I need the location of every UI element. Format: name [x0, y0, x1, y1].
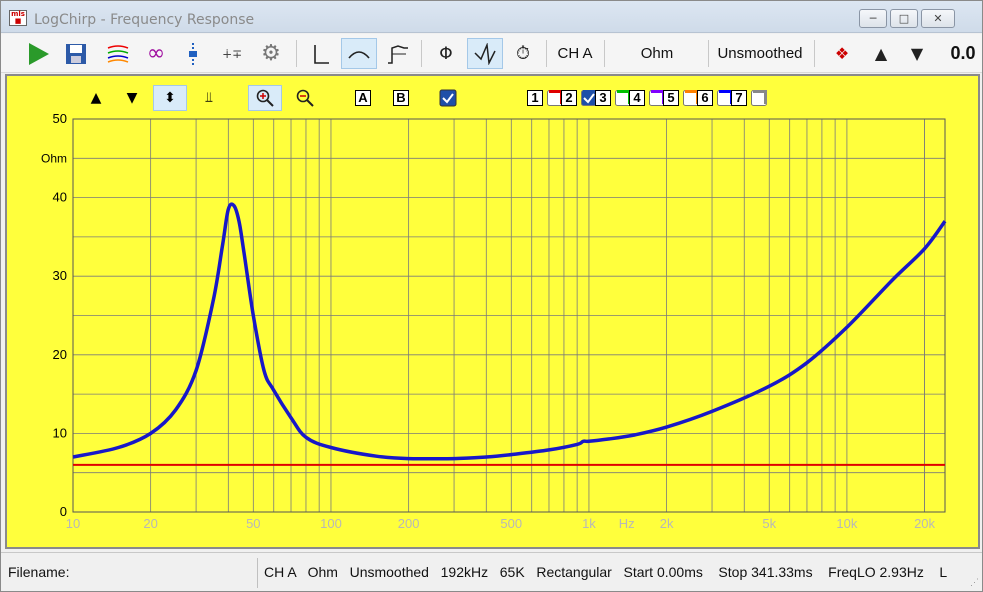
toolbar: ∞ ∔∓ ⚙ Φ ⏱ CH A Ohm Unsmoothed ❖ ▲ ▼ 0.0 [1, 34, 982, 73]
overlay-b-label: B [393, 90, 409, 106]
overlay-slot-label: 7 [730, 85, 748, 111]
title-bar[interactable]: mls ■ LogChirp - Frequency Response ─ □ ✕ [1, 1, 982, 33]
step-response-icon[interactable] [381, 38, 415, 69]
resize-grip-icon[interactable]: ⋰ [970, 577, 979, 588]
multi-curve-icon[interactable] [105, 38, 131, 69]
overlay-a-button[interactable]: A [352, 85, 374, 111]
overlay-slot-label: 6 [696, 85, 714, 111]
impulse-icon[interactable] [305, 38, 337, 69]
compress-vertical-icon[interactable]: ⫫ [197, 85, 221, 111]
scroll-down-icon[interactable]: ▼ [121, 85, 143, 111]
status-info: CH A Ohm Unsmoothed 192kHz 65K Rectangul… [264, 564, 948, 580]
y-tick-label: 50 [53, 111, 67, 126]
marker-icon[interactable] [181, 38, 205, 69]
status-bar: Filename: CH A Ohm Unsmoothed 192kHz 65K… [1, 552, 982, 591]
x-tick-label: 100 [320, 516, 342, 531]
x-tick-label: 1k [582, 516, 596, 531]
scroll-up-icon[interactable]: ▲ [85, 85, 107, 111]
app-icon: mls ■ [9, 10, 27, 26]
x-tick-label: 50 [246, 516, 260, 531]
overlay-slot-checkbox[interactable] [750, 85, 768, 111]
overlay-slot-number: 2 [561, 90, 577, 106]
clock-icon[interactable]: ⏱ [507, 38, 539, 69]
up-arrow-icon[interactable]: ▲ [867, 38, 895, 69]
x-tick-label: 500 [500, 516, 522, 531]
overlay-slot-number: 7 [731, 90, 747, 106]
frequency-icon[interactable] [341, 38, 377, 69]
x-tick-label: 20k [914, 516, 935, 531]
filename-label: Filename: [8, 564, 70, 580]
zoom-in-icon[interactable] [248, 85, 282, 111]
overlay-slot-number: 6 [697, 90, 713, 106]
settings-icon[interactable]: ⚙ [255, 38, 287, 69]
x-tick-label: 20 [143, 516, 157, 531]
overlay-slot-label: 5 [662, 85, 680, 111]
overlay-slot-label: 3 [594, 85, 612, 111]
value-readout: 0.0 [950, 43, 976, 63]
channel-selector[interactable]: CH A [553, 38, 597, 69]
y-tick-label: 40 [53, 190, 67, 205]
overlay-a-label: A [355, 90, 371, 106]
overlay-slot-label: 2 [560, 85, 578, 111]
expand-vertical-icon[interactable]: ⬍ [153, 85, 187, 111]
smoothing-selector[interactable]: Unsmoothed [712, 38, 808, 69]
x-tick-label: 10 [66, 516, 80, 531]
impedance-curve [72, 202, 947, 461]
x-tick-label: 2k [660, 516, 674, 531]
loop-icon[interactable]: ∞ [141, 38, 171, 69]
overlay-slot-number: 1 [527, 90, 543, 106]
step-icon[interactable]: ∔∓ [217, 38, 247, 69]
maximize-button[interactable]: □ [890, 9, 918, 28]
magnitude-icon[interactable] [467, 38, 503, 69]
unit-selector[interactable]: Ohm [613, 38, 701, 69]
overlay-slot-label: 4 [628, 85, 646, 111]
minimize-button[interactable]: ─ [859, 9, 887, 28]
phase-icon[interactable]: Φ [429, 38, 463, 69]
frequency-response-chart[interactable]: 01020304050Ohm10 20 50 100 200 500 1k 2k 5k 10k 20… [7, 76, 978, 547]
down-arrow-icon[interactable]: ▼ [903, 38, 931, 69]
close-button[interactable]: ✕ [921, 9, 955, 28]
x-axis-unit-label: Hz [619, 516, 635, 531]
overlay-slot-number: 3 [595, 90, 611, 106]
y-tick-label: 30 [53, 268, 67, 283]
app-window: mls ■ LogChirp - Frequency Response ─ □ ✕… [0, 0, 983, 592]
run-icon[interactable] [23, 38, 53, 69]
overlay-slot-number: 5 [663, 90, 679, 106]
x-tick-label: 200 [398, 516, 420, 531]
y-axis-unit-label: Ohm [41, 151, 67, 165]
save-icon[interactable] [61, 38, 91, 69]
y-tick-label: 20 [53, 347, 67, 362]
overlay-slot-number: 4 [629, 90, 645, 106]
peak-icon[interactable]: ❖ [827, 38, 857, 69]
overlay-b-button[interactable]: B [390, 85, 412, 111]
x-tick-label: 10k [836, 516, 857, 531]
y-tick-label: 10 [53, 425, 67, 440]
window-title: LogChirp - Frequency Response [34, 12, 255, 28]
zoom-out-icon[interactable] [290, 85, 320, 111]
plot-area[interactable]: 0 10 20 30 40 50 Ohm 10 20 50 100 200 500 1k 2k 5k 10k 20… [5, 74, 980, 549]
current-curve-checkbox[interactable] [437, 85, 459, 111]
overlay-slot-label: 1 [526, 85, 544, 111]
x-tick-label: 5k [762, 516, 776, 531]
